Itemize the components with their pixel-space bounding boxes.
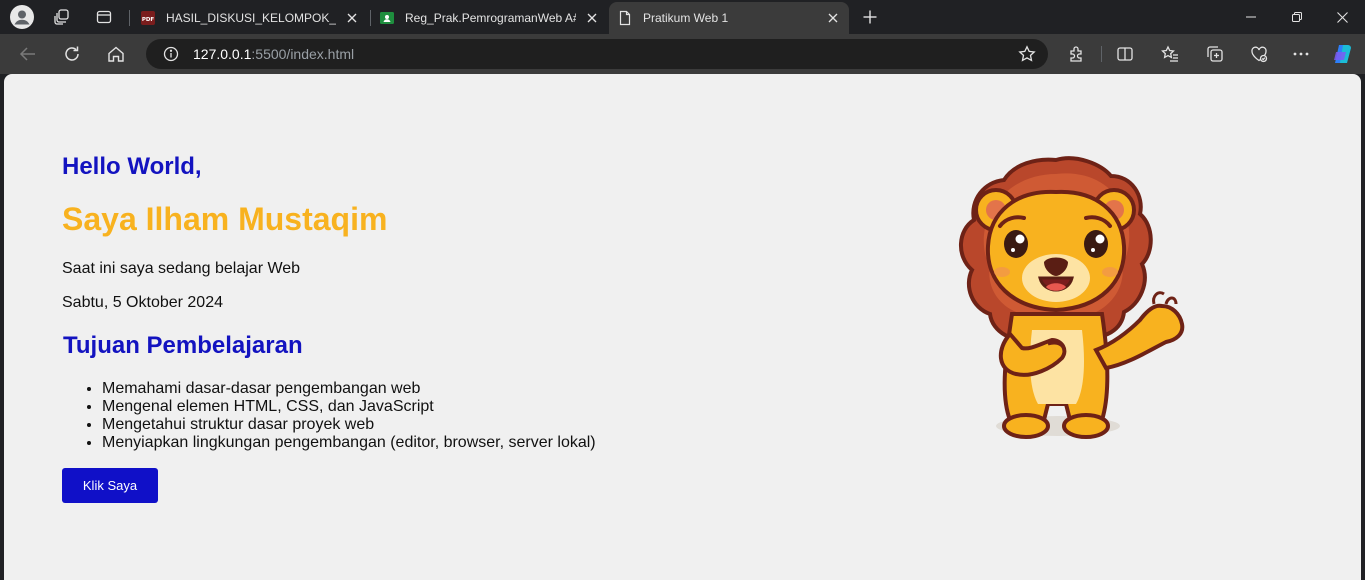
greeting-heading: Hello World, bbox=[62, 153, 202, 180]
lion-illustration bbox=[958, 156, 1185, 439]
tab-strip: PDF HASIL_DISKUSI_KELOMPOK_9[1].pdf Reg_… bbox=[0, 0, 1365, 34]
tab-classroom[interactable]: Reg_Prak.PemrogramanWeb A#2024 bbox=[371, 2, 608, 34]
tab-title: Pratikum Web 1 bbox=[643, 11, 729, 25]
collections-icon[interactable] bbox=[1200, 40, 1230, 68]
goals-heading: Tujuan Pembelajaran bbox=[63, 332, 303, 359]
page-icon bbox=[617, 10, 633, 26]
klik-saya-button[interactable]: Klik Saya bbox=[62, 468, 158, 503]
tab-title: HASIL_DISKUSI_KELOMPOK_9[1].pdf bbox=[166, 11, 336, 25]
date-text: Sabtu, 5 Oktober 2024 bbox=[62, 294, 223, 311]
tab-actions-icon[interactable] bbox=[91, 5, 117, 29]
tab-active[interactable]: Pratikum Web 1 bbox=[609, 2, 849, 34]
extensions-icon[interactable] bbox=[1062, 40, 1092, 68]
favorites-icon[interactable] bbox=[1155, 40, 1185, 68]
list-item: Mengenal elemen HTML, CSS, dan JavaScrip… bbox=[102, 398, 596, 416]
page-viewport: Hello World, Saya Ilham Mustaqim Saat in… bbox=[4, 74, 1361, 580]
minimize-icon[interactable] bbox=[1228, 0, 1274, 34]
workspaces-icon[interactable] bbox=[49, 5, 75, 29]
url-text: 127.0.0.1:5500/index.html bbox=[193, 46, 354, 62]
back-icon[interactable] bbox=[13, 40, 43, 68]
restore-icon[interactable] bbox=[1274, 0, 1320, 34]
browser-toolbar: 127.0.0.1:5500/index.html bbox=[0, 34, 1365, 74]
tab-close-icon[interactable] bbox=[584, 10, 600, 26]
list-item: Menyiapkan lingkungan pengembangan (edit… bbox=[102, 434, 596, 452]
toolbar-separator bbox=[1101, 46, 1102, 62]
list-item: Memahami dasar-dasar pengembangan web bbox=[102, 380, 596, 398]
copilot-icon[interactable] bbox=[1328, 40, 1358, 68]
close-window-icon[interactable] bbox=[1319, 0, 1365, 34]
more-menu-icon[interactable] bbox=[1286, 40, 1316, 68]
url-path: :5500/index.html bbox=[251, 46, 355, 62]
name-heading: Saya Ilham Mustaqim bbox=[62, 201, 388, 237]
url-host: 127.0.0.1 bbox=[193, 46, 252, 62]
pdf-icon: PDF bbox=[140, 10, 156, 26]
browser-essentials-icon[interactable] bbox=[1244, 40, 1274, 68]
list-item: Mengetahui struktur dasar proyek web bbox=[102, 416, 596, 434]
tab-title: Reg_Prak.PemrogramanWeb A#2024 bbox=[405, 11, 576, 25]
svg-text:PDF: PDF bbox=[142, 17, 155, 23]
goals-list: Memahami dasar-dasar pengembangan web Me… bbox=[102, 380, 596, 452]
tab-close-icon[interactable] bbox=[825, 10, 841, 26]
site-info-icon[interactable] bbox=[156, 46, 186, 62]
tab-separator bbox=[129, 10, 130, 26]
profile-avatar-icon[interactable] bbox=[9, 4, 35, 30]
tab-close-icon[interactable] bbox=[344, 10, 360, 26]
intro-text: Saat ini saya sedang belajar Web bbox=[62, 260, 301, 277]
classroom-icon bbox=[379, 10, 395, 26]
new-tab-icon[interactable] bbox=[857, 5, 883, 29]
home-icon[interactable] bbox=[101, 40, 131, 68]
favorite-star-icon[interactable] bbox=[1018, 45, 1036, 68]
refresh-icon[interactable] bbox=[57, 40, 87, 68]
split-screen-icon[interactable] bbox=[1110, 40, 1140, 68]
address-bar[interactable]: 127.0.0.1:5500/index.html bbox=[146, 39, 1048, 69]
tab-pdf[interactable]: PDF HASIL_DISKUSI_KELOMPOK_9[1].pdf bbox=[132, 2, 368, 34]
